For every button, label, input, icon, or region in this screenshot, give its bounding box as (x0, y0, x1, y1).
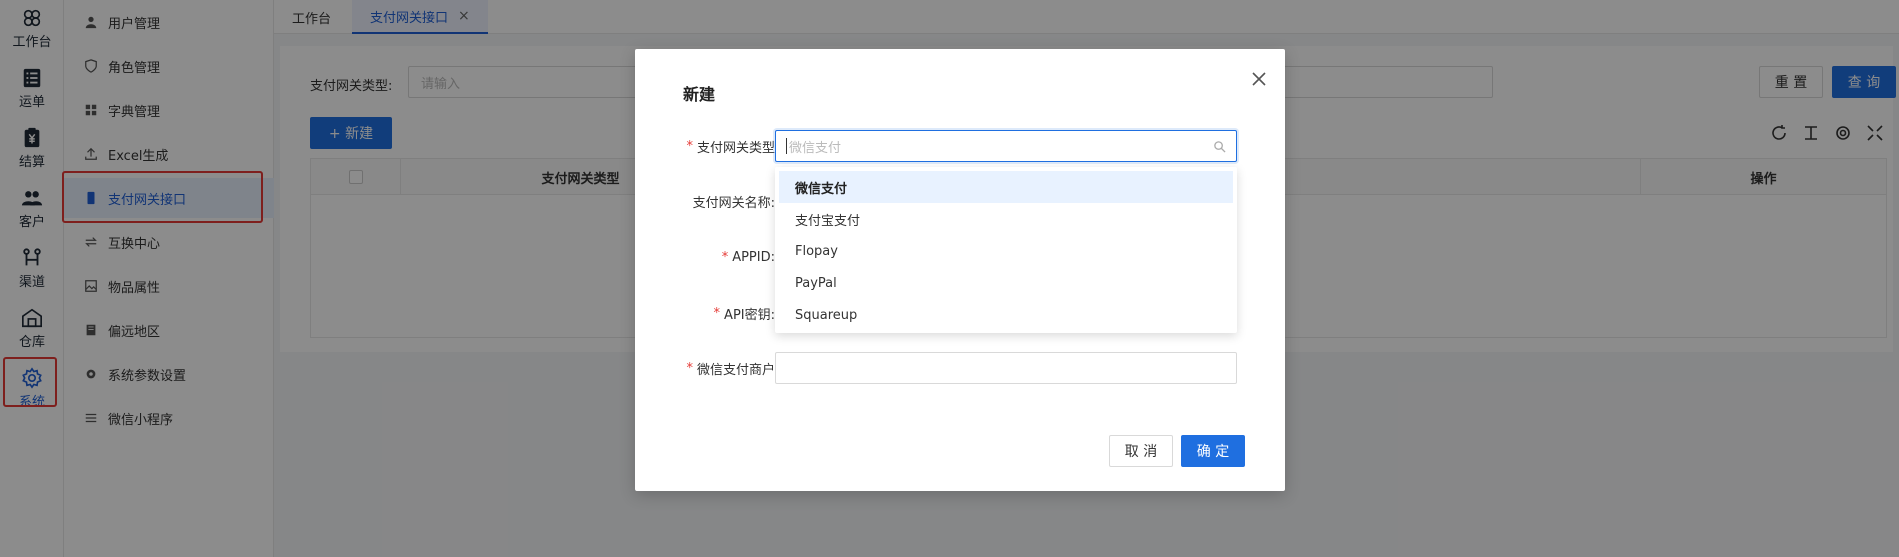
wechat-merchant-input[interactable] (775, 352, 1237, 384)
field-label-gateway-type: * 支付网关类型 (686, 138, 775, 156)
ok-button[interactable]: 确 定 (1181, 435, 1245, 467)
dropdown-option-flopay[interactable]: Flopay (779, 235, 1233, 267)
gateway-type-dropdown: 微信支付 支付宝支付 Flopay PayPal Squareup (775, 167, 1237, 333)
gateway-type-select[interactable]: 微信支付 (775, 130, 1237, 162)
modal-title: 新建 (683, 85, 716, 104)
cancel-button[interactable]: 取 消 (1109, 435, 1173, 467)
dropdown-option-paypal[interactable]: PayPal (779, 267, 1233, 299)
field-label-gateway-name: 支付网关名称: (692, 195, 775, 211)
dropdown-option-squareup[interactable]: Squareup (779, 299, 1233, 331)
field-label-wechat-merchant: * 微信支付商户 (686, 360, 775, 378)
text-caret (786, 138, 787, 154)
field-label-api-key: * API密钥: (713, 305, 775, 323)
dropdown-option-alipay[interactable]: 支付宝支付 (779, 203, 1233, 235)
dropdown-option-wechat-pay[interactable]: 微信支付 (779, 171, 1233, 203)
select-placeholder: 微信支付 (789, 140, 842, 156)
search-icon (1214, 141, 1226, 153)
new-gateway-modal: 新建 * 支付网关类型 微信支付 支付网关名称: * APPID: * API密钥: … (635, 49, 1285, 491)
field-label-appid: * APPID: (721, 249, 775, 265)
close-icon[interactable] (1247, 67, 1271, 91)
